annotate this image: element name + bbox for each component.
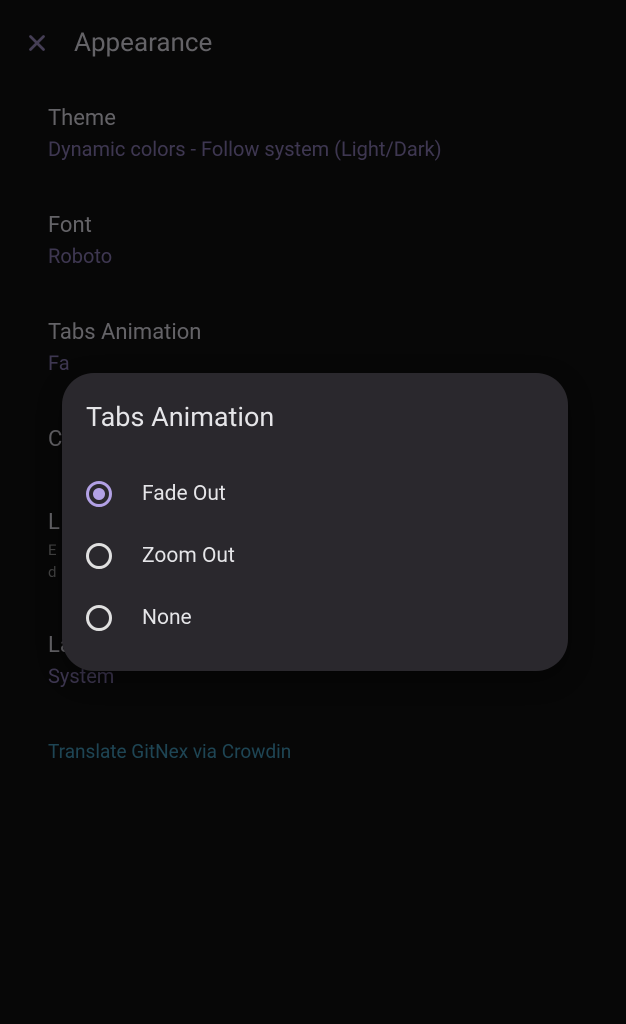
radio-inner-icon xyxy=(93,488,105,500)
dialog-title: Tabs Animation xyxy=(86,401,544,433)
radio-circle-icon xyxy=(86,543,112,569)
radio-option-none[interactable]: None xyxy=(86,587,544,649)
radio-label-none: None xyxy=(142,606,192,630)
radio-option-zoom-out[interactable]: Zoom Out xyxy=(86,525,544,587)
tabs-animation-dialog: Tabs Animation Fade Out Zoom Out None xyxy=(62,373,568,671)
radio-label-zoom-out: Zoom Out xyxy=(142,544,235,568)
radio-label-fade-out: Fade Out xyxy=(142,482,226,506)
radio-circle-icon xyxy=(86,481,112,507)
radio-circle-icon xyxy=(86,605,112,631)
radio-option-fade-out[interactable]: Fade Out xyxy=(86,463,544,525)
